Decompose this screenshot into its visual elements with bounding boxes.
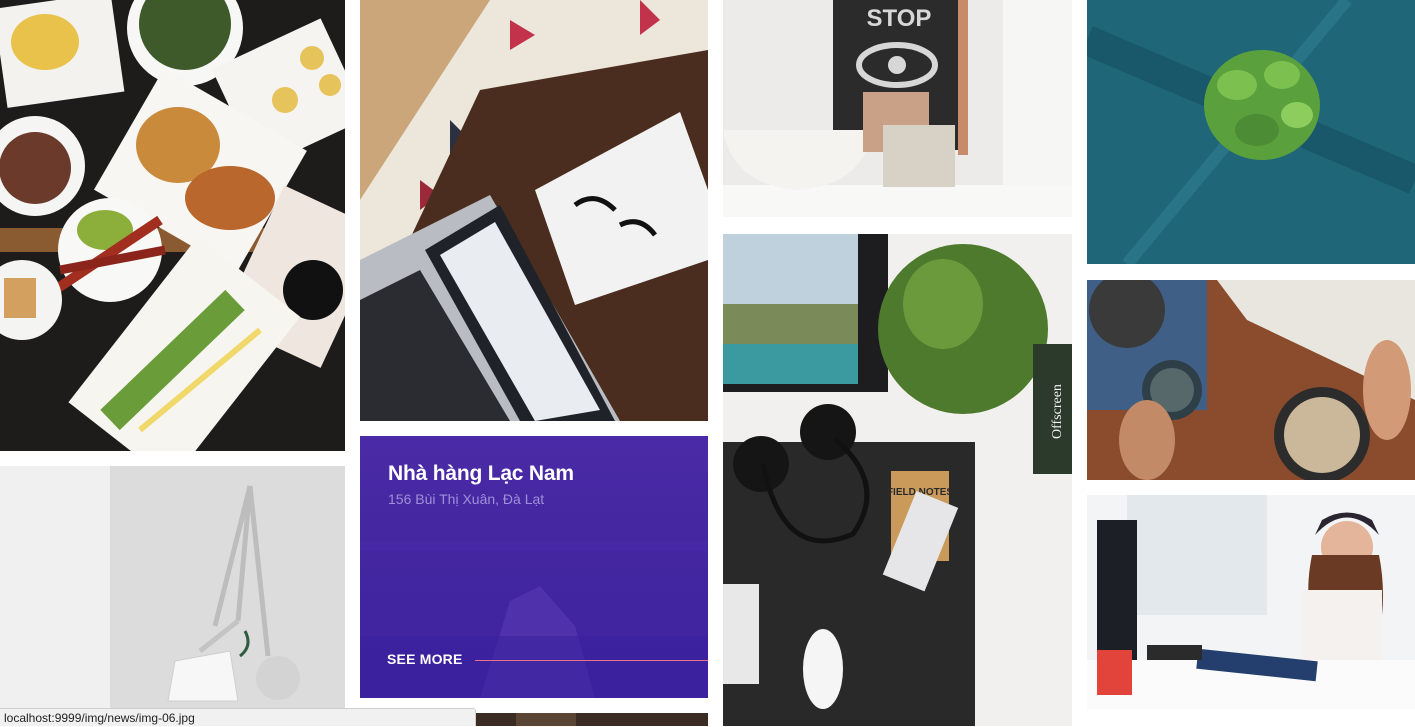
laptop-desk-photo-tile[interactable] bbox=[360, 0, 708, 421]
lamp-photo-tile[interactable] bbox=[0, 466, 345, 726]
woman-desk-photo-image bbox=[1087, 495, 1415, 709]
breakfast-photo-tile[interactable] bbox=[1087, 280, 1415, 480]
see-more-divider bbox=[475, 660, 708, 661]
offscreen-spine-text: Offscreen bbox=[1050, 384, 1065, 439]
food-photo-image bbox=[0, 0, 345, 451]
laptop-desk-photo-image bbox=[360, 0, 708, 421]
headphones-desk-photo-image: Offscreen FIELD NOTES bbox=[723, 234, 1072, 726]
woman-desk-photo-tile[interactable] bbox=[1087, 495, 1415, 709]
bowls-photo-image: STOP bbox=[723, 0, 1072, 217]
lamp-photo-image bbox=[0, 466, 345, 726]
restaurant-title: Nhà hàng Lạc Nam bbox=[388, 462, 574, 485]
restaurant-address: 156 Bùi Thị Xuân, Đà Lạt bbox=[388, 491, 545, 507]
basil-photo-image bbox=[1087, 0, 1415, 264]
browser-status-url: localhost:9999/img/news/img-06.jpg bbox=[0, 708, 476, 726]
restaurant-feature-card[interactable]: Nhà hàng Lạc Nam 156 Bùi Thị Xuân, Đà Lạ… bbox=[360, 436, 708, 698]
food-photo-tile[interactable] bbox=[0, 0, 345, 451]
partial-photo-tile[interactable] bbox=[476, 713, 708, 726]
stop-sign-text: STOP bbox=[867, 5, 932, 32]
headphones-desk-photo-tile[interactable]: Offscreen FIELD NOTES bbox=[723, 234, 1072, 726]
breakfast-photo-image bbox=[1087, 280, 1415, 480]
bowls-photo-tile[interactable]: STOP bbox=[723, 0, 1072, 217]
partial-photo-image bbox=[476, 713, 708, 726]
basil-photo-tile[interactable] bbox=[1087, 0, 1415, 264]
see-more-link[interactable]: SEE MORE bbox=[387, 651, 463, 667]
